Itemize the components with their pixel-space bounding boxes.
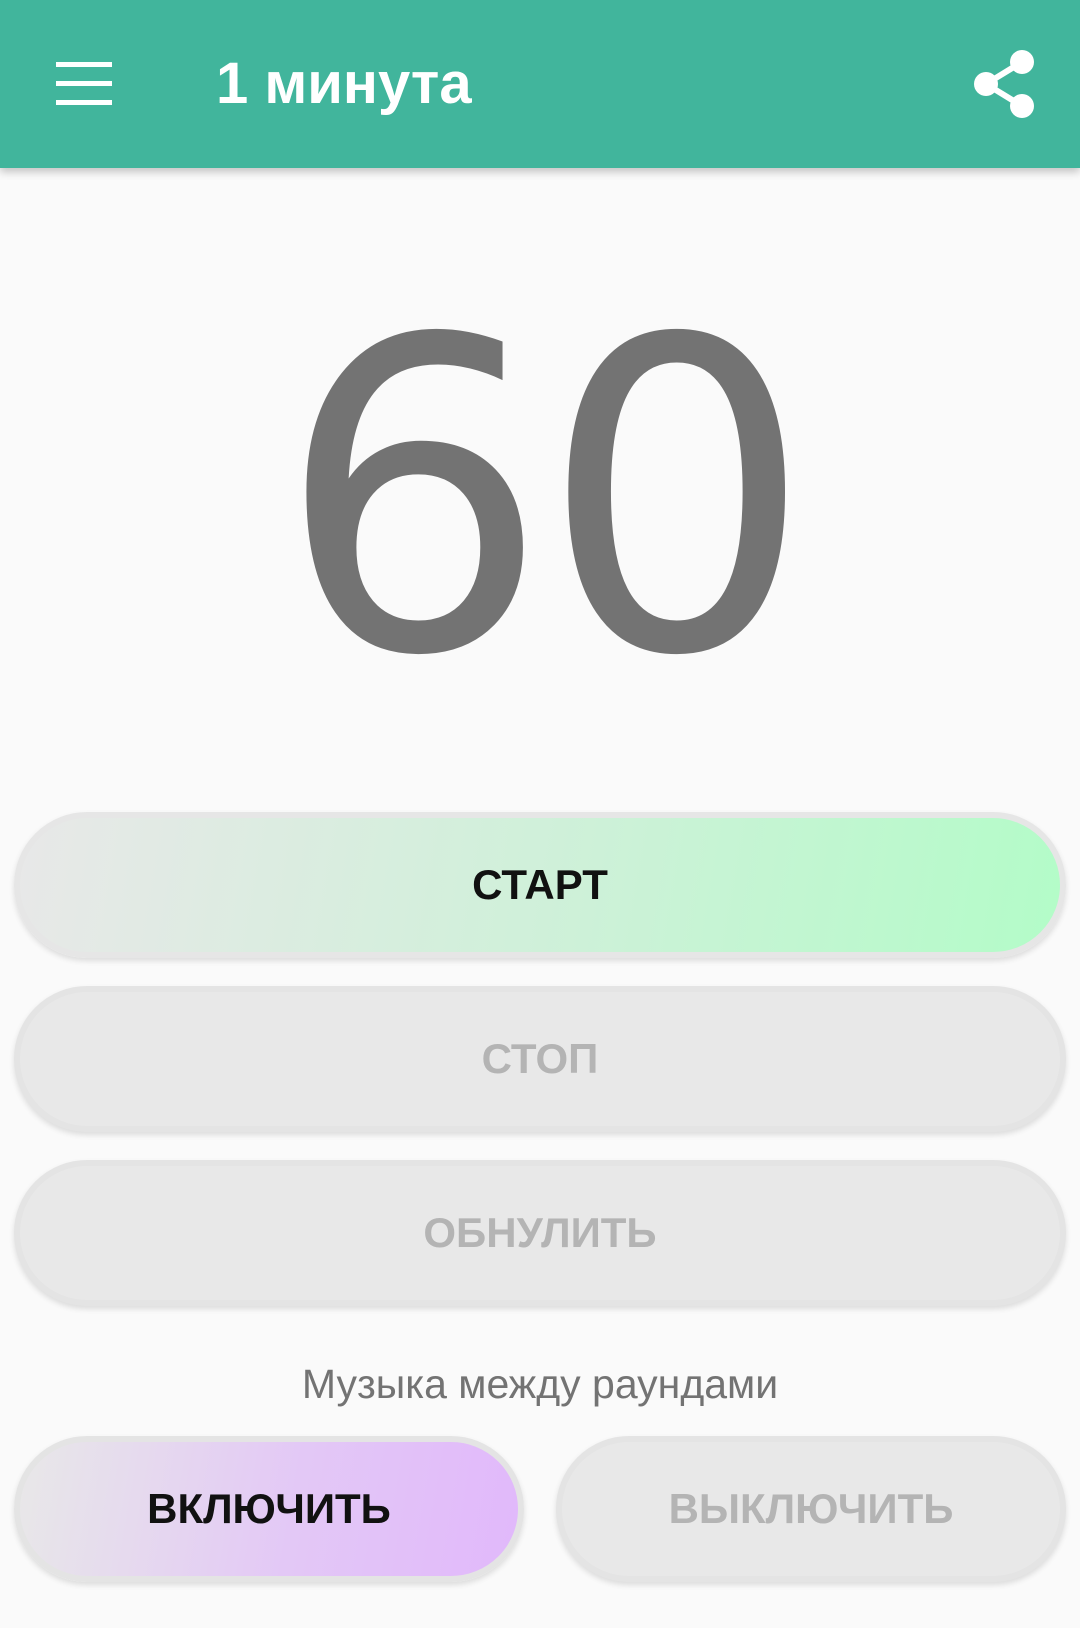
app-title: 1 минута xyxy=(216,51,472,116)
reset-button[interactable]: ОБНУЛИТЬ xyxy=(14,1160,1066,1306)
share-button[interactable] xyxy=(960,40,1048,128)
hamburger-menu-icon xyxy=(56,62,112,105)
music-between-rounds-label: Музыка между раундами xyxy=(301,1361,779,1407)
app-bar: 1 минута xyxy=(0,0,1080,168)
menu-button[interactable] xyxy=(40,40,128,128)
share-icon xyxy=(974,50,1034,118)
music-on-button[interactable]: ВКЛЮЧИТЬ xyxy=(14,1436,524,1582)
music-off-button[interactable]: ВЫКЛЮЧИТЬ xyxy=(556,1436,1066,1582)
start-button[interactable]: СТАРТ xyxy=(14,812,1066,958)
stop-button[interactable]: СТОП xyxy=(14,986,1066,1132)
timer-display: 60 xyxy=(276,250,813,750)
